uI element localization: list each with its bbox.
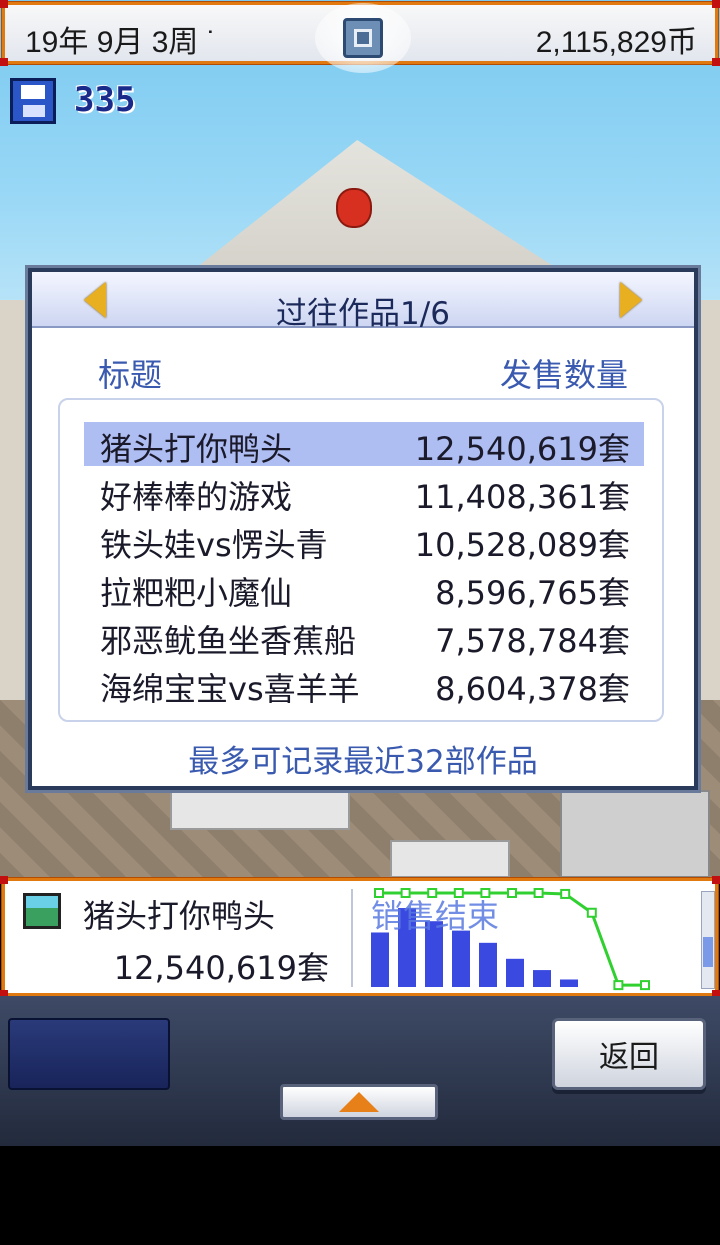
next-page-arrow-icon[interactable] bbox=[620, 282, 642, 318]
frame-corner bbox=[0, 0, 8, 8]
sales-bar bbox=[371, 932, 389, 987]
work-title: 好棒棒的游戏 bbox=[100, 478, 293, 516]
sales-bar bbox=[560, 979, 578, 987]
divider bbox=[351, 889, 353, 987]
frame-corner bbox=[712, 58, 720, 66]
work-sales: 11,408,361套 bbox=[414, 478, 630, 516]
trend-point bbox=[533, 888, 544, 898]
work-sales: 7,578,784套 bbox=[435, 622, 630, 660]
frame-corner bbox=[0, 58, 8, 66]
frame-corner bbox=[712, 0, 720, 8]
sales-bar bbox=[506, 958, 524, 987]
past-works-dialog: 过往作品1/6 标题 发售数量 猪头打你鸭头 12,540,619套 好棒棒的游… bbox=[28, 268, 698, 790]
lantern-decoration bbox=[336, 188, 372, 228]
column-header-title: 标题 bbox=[98, 356, 163, 394]
money-balance: 2,115,829币 bbox=[535, 26, 697, 59]
back-button[interactable]: 返回 bbox=[552, 1018, 706, 1090]
game-date: 19年 9月 3周 ˙ bbox=[25, 26, 217, 59]
selected-work-title: 猪头打你鸭头 bbox=[83, 897, 276, 935]
selected-work-sales: 12,540,619套 bbox=[113, 949, 329, 987]
work-sales: 8,596,765套 bbox=[435, 574, 630, 612]
work-title: 拉粑粑小魔仙 bbox=[100, 574, 293, 612]
trend-point bbox=[640, 980, 650, 991]
frame-corner bbox=[712, 876, 720, 884]
top-status-bar: 19年 9月 3周 ˙ 2,115,829币 bbox=[0, 0, 720, 73]
sales-bar bbox=[533, 970, 551, 987]
work-title: 海绵宝宝vs喜羊羊 bbox=[100, 670, 360, 708]
bottom-menu-bar: 返回 bbox=[0, 996, 720, 1146]
frame-corner bbox=[0, 876, 8, 884]
bookshelf bbox=[560, 790, 710, 878]
scrollbar-thumb[interactable] bbox=[703, 937, 713, 967]
work-sales: 10,528,089套 bbox=[414, 526, 630, 564]
sales-bar bbox=[452, 930, 470, 987]
save-count: 335 bbox=[74, 80, 136, 120]
list-item[interactable]: 海绵宝宝vs喜羊羊 8,604,378套 bbox=[84, 662, 644, 708]
list-item[interactable]: 铁头娃vs愣头青 10,528,089套 bbox=[84, 518, 644, 564]
dialog-header: 过往作品1/6 bbox=[32, 272, 694, 332]
list-item[interactable]: 邪恶鱿鱼坐香蕉船 7,578,784套 bbox=[84, 614, 644, 660]
trend-point bbox=[586, 907, 597, 918]
work-sales: 12,540,619套 bbox=[414, 430, 630, 468]
list-item[interactable]: 好棒棒的游戏 11,408,361套 bbox=[84, 470, 644, 516]
sales-status: 销售结束 bbox=[371, 897, 500, 935]
camera-button[interactable] bbox=[315, 3, 411, 73]
work-title: 猪头打你鸭头 bbox=[100, 430, 293, 468]
desk bbox=[390, 840, 510, 878]
dialog-footnote: 最多可记录最近32部作品 bbox=[188, 744, 538, 780]
trend-point bbox=[613, 980, 624, 991]
trend-point bbox=[507, 888, 517, 898]
camera-icon bbox=[343, 18, 383, 58]
work-sales: 8,604,378套 bbox=[435, 670, 630, 708]
column-header-sales: 发售数量 bbox=[499, 356, 628, 394]
list-item[interactable]: 猪头打你鸭头 12,540,619套 bbox=[84, 422, 644, 468]
save-icon[interactable] bbox=[10, 78, 56, 124]
dialog-title: 过往作品1/6 bbox=[276, 296, 450, 332]
work-title: 铁头娃vs愣头青 bbox=[100, 526, 328, 564]
game-thumbnail-icon bbox=[23, 893, 61, 929]
menu-slot[interactable] bbox=[8, 1018, 170, 1090]
trend-point bbox=[560, 888, 571, 899]
list-item[interactable]: 拉粑粑小魔仙 8,596,765套 bbox=[84, 566, 644, 612]
work-title: 邪恶鱿鱼坐香蕉船 bbox=[100, 622, 357, 660]
selected-work-panel: 猪头打你鸭头 12,540,619套 销售结束 bbox=[0, 876, 720, 998]
works-list: 猪头打你鸭头 12,540,619套 好棒棒的游戏 11,408,361套 铁头… bbox=[58, 398, 664, 722]
up-arrow-icon bbox=[339, 1092, 379, 1112]
expand-menu-button[interactable] bbox=[280, 1084, 438, 1120]
sales-bar bbox=[479, 942, 497, 987]
